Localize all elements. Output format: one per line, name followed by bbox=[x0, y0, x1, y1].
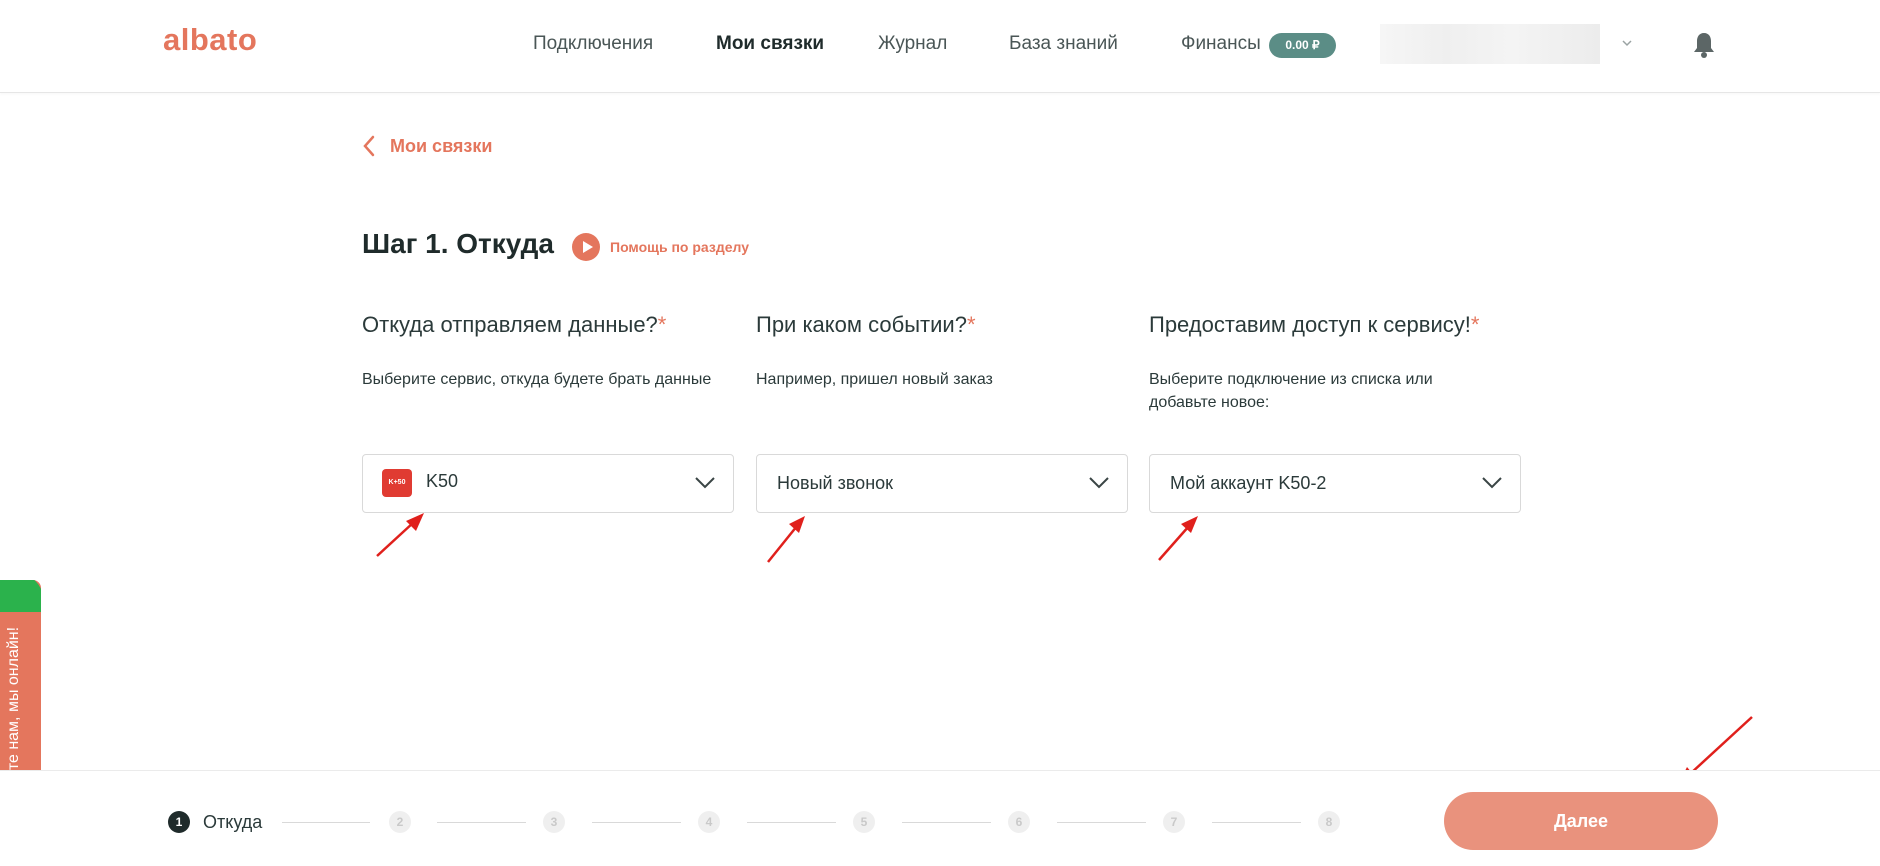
event-select-value: Новый звонок bbox=[777, 473, 894, 493]
online-indicator bbox=[0, 580, 41, 612]
help-link-label: Помощь по разделу bbox=[610, 239, 749, 255]
step-label-active: Откуда bbox=[203, 812, 263, 832]
access-title: Предоставим доступ к сервису!* bbox=[1149, 312, 1521, 338]
step-dot-3[interactable]: 3 bbox=[543, 811, 565, 833]
bell-icon[interactable] bbox=[1692, 31, 1716, 59]
nav-item-finances[interactable]: Финансы bbox=[1181, 33, 1261, 55]
k50-service-icon: K+50 bbox=[382, 469, 412, 497]
event-title: При каком событии?* bbox=[756, 312, 1128, 338]
required-mark: * bbox=[657, 312, 667, 337]
chevron-down-icon bbox=[695, 477, 715, 489]
source-title: Откуда отправляем данные?* bbox=[362, 312, 734, 338]
source-service-select[interactable]: K+50 K50 bbox=[362, 454, 734, 513]
connection-select-value: Мой аккаунт K50-2 bbox=[1170, 473, 1327, 493]
step-connector bbox=[1212, 822, 1301, 823]
back-link[interactable]: Мои связки bbox=[362, 134, 492, 158]
nav-item-journal[interactable]: Журнал bbox=[878, 33, 947, 55]
source-service-value: K50 bbox=[426, 471, 459, 491]
required-mark: * bbox=[966, 312, 976, 337]
chevron-down-icon bbox=[1089, 477, 1109, 489]
play-icon bbox=[572, 233, 600, 261]
back-link-label: Мои связки bbox=[390, 135, 493, 156]
event-column: При каком событии?* Например, пришел нов… bbox=[756, 312, 1128, 513]
step-dot-5[interactable]: 5 bbox=[853, 811, 875, 833]
step-dot-6[interactable]: 6 bbox=[1008, 811, 1030, 833]
help-link[interactable]: Помощь по разделу bbox=[572, 233, 749, 261]
annotation-arrow bbox=[376, 513, 424, 557]
step-dot-7[interactable]: 7 bbox=[1163, 811, 1185, 833]
balance-badge[interactable]: 0.00 ₽ bbox=[1269, 33, 1336, 58]
source-column: Откуда отправляем данные?* Выберите серв… bbox=[362, 312, 734, 513]
chevron-left-icon bbox=[363, 135, 375, 157]
step-connector bbox=[437, 822, 526, 823]
step-dot-2[interactable]: 2 bbox=[389, 811, 411, 833]
step-connector bbox=[747, 822, 836, 823]
step-connector bbox=[902, 822, 991, 823]
access-title-text: Предоставим доступ к сервису! bbox=[1149, 312, 1471, 337]
nav-item-knowledge-base[interactable]: База знаний bbox=[1009, 33, 1118, 55]
connection-select[interactable]: Мой аккаунт K50-2 bbox=[1149, 454, 1521, 513]
footer-stepper: 1 Откуда 2 3 4 5 6 7 8 Далее bbox=[0, 770, 1880, 866]
step-dot-4[interactable]: 4 bbox=[698, 811, 720, 833]
step-connector bbox=[592, 822, 681, 823]
nav-item-my-bundles[interactable]: Мои связки bbox=[716, 33, 824, 55]
annotation-arrow bbox=[1158, 516, 1198, 561]
step-connector bbox=[1057, 822, 1146, 823]
event-hint: Например, пришел новый заказ bbox=[756, 371, 993, 388]
chevron-down-icon bbox=[1482, 477, 1502, 489]
chevron-down-icon[interactable] bbox=[1620, 36, 1634, 50]
albato-logo[interactable]: albato bbox=[163, 22, 257, 58]
source-hint: Выберите сервис, откуда будете брать дан… bbox=[362, 371, 712, 388]
access-hint: Выберите подключение из списка или добав… bbox=[1149, 371, 1433, 411]
step-dot-8[interactable]: 8 bbox=[1318, 811, 1340, 833]
required-mark: * bbox=[1470, 312, 1480, 337]
user-account-box[interactable] bbox=[1380, 24, 1600, 64]
annotation-arrow bbox=[767, 516, 805, 563]
step-dot-1[interactable]: 1 bbox=[168, 811, 190, 833]
event-title-text: При каком событии? bbox=[756, 312, 967, 337]
page-title: Шаг 1. Откуда bbox=[362, 228, 555, 259]
step-connector bbox=[282, 822, 370, 823]
annotation-arrows bbox=[376, 513, 1753, 785]
nav-item-connections[interactable]: Подключения bbox=[533, 33, 653, 55]
top-header: albato Подключения Мои связки Журнал Баз… bbox=[0, 0, 1880, 93]
event-select[interactable]: Новый звонок bbox=[756, 454, 1128, 513]
access-column: Предоставим доступ к сервису!* Выберите … bbox=[1149, 312, 1521, 513]
next-button[interactable]: Далее bbox=[1444, 792, 1718, 850]
source-title-text: Откуда отправляем данные? bbox=[362, 312, 658, 337]
